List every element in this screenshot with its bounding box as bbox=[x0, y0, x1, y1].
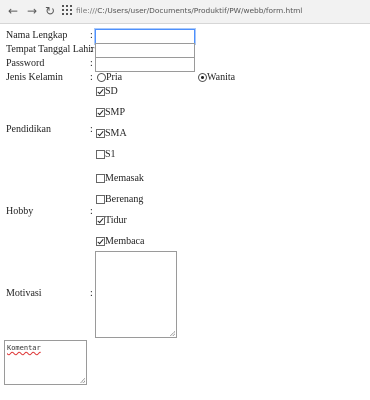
forward-icon[interactable]: → bbox=[25, 4, 39, 18]
checkbox-s1[interactable] bbox=[96, 150, 105, 159]
colon: : bbox=[90, 44, 93, 55]
checkbox-label-memasak: Memasak bbox=[105, 173, 144, 184]
label-nama-lengkap: Nama Lengkap bbox=[6, 30, 68, 41]
url-prefix: file:/// bbox=[76, 6, 98, 15]
motivasi-textarea[interactable] bbox=[95, 251, 177, 338]
label-password: Password bbox=[6, 58, 45, 69]
checkbox-smp[interactable] bbox=[96, 108, 105, 117]
colon: : bbox=[90, 58, 93, 69]
radio-label-wanita: Wanita bbox=[207, 72, 236, 83]
resize-grip-icon[interactable] bbox=[80, 378, 85, 383]
checkbox-label-tidur: Tidur bbox=[105, 215, 127, 226]
colon: : bbox=[90, 288, 93, 299]
ttl-input[interactable] bbox=[95, 43, 195, 58]
checkbox-sma[interactable] bbox=[96, 129, 105, 138]
back-icon[interactable]: ← bbox=[6, 4, 20, 18]
label-hobby: Hobby bbox=[6, 206, 34, 217]
checkbox-label-sd: SD bbox=[105, 86, 118, 97]
checkbox-membaca[interactable] bbox=[96, 237, 105, 246]
radio-pria[interactable] bbox=[97, 73, 106, 82]
checkbox-memasak[interactable] bbox=[96, 174, 105, 183]
checkbox-label-berenang: Berenang bbox=[105, 194, 144, 205]
checkbox-label-smp: SMP bbox=[105, 107, 126, 118]
label-pendidikan: Pendidikan bbox=[6, 124, 51, 135]
nama-lengkap-input[interactable] bbox=[95, 29, 195, 44]
colon: : bbox=[90, 206, 93, 217]
colon: : bbox=[90, 30, 93, 41]
resize-grip-icon[interactable] bbox=[170, 331, 175, 336]
colon: : bbox=[90, 124, 93, 135]
apps-grid-icon[interactable] bbox=[60, 4, 74, 18]
komentar-textarea[interactable]: Komentar bbox=[4, 340, 87, 385]
radio-wanita[interactable] bbox=[198, 73, 207, 82]
address-bar[interactable]: file:///C:/Users/user/Documents/Produkti… bbox=[76, 6, 302, 15]
checkbox-label-s1: S1 bbox=[105, 149, 116, 160]
password-input[interactable] bbox=[95, 57, 195, 72]
reload-icon[interactable]: ↻ bbox=[43, 4, 57, 18]
label-motivasi: Motivasi bbox=[6, 288, 42, 299]
label-ttl: Tempat Tanggal Lahir bbox=[6, 44, 95, 55]
radio-label-pria: Pria bbox=[106, 72, 123, 83]
komentar-text: Komentar bbox=[7, 344, 41, 352]
browser-toolbar: ← → ↻ file:///C:/Users/user/Documents/Pr… bbox=[0, 0, 370, 24]
colon: : bbox=[90, 72, 93, 83]
url-path: C:/Users/user/Documents/Produktif/PW/web… bbox=[97, 6, 303, 15]
checkbox-tidur[interactable] bbox=[96, 216, 105, 225]
checkbox-berenang[interactable] bbox=[96, 195, 105, 204]
checkbox-sd[interactable] bbox=[96, 87, 105, 96]
checkbox-label-sma: SMA bbox=[105, 128, 127, 139]
label-jenis-kelamin: Jenis Kelamin bbox=[6, 72, 63, 83]
checkbox-label-membaca: Membaca bbox=[105, 236, 145, 247]
